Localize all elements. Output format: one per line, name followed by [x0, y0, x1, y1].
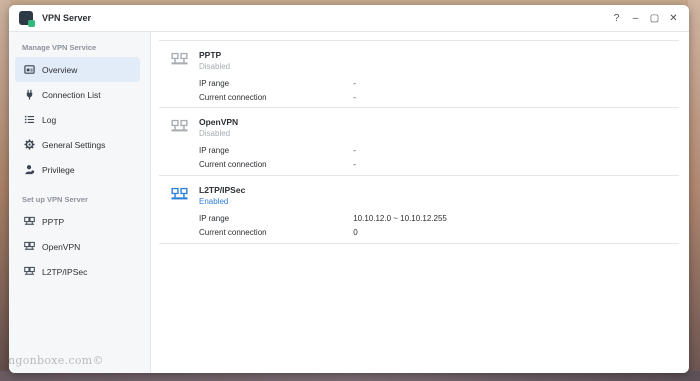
- ip-range-label: IP range: [199, 79, 230, 88]
- sidebar-item-label: OpenVPN: [42, 241, 81, 252]
- sidebar-item-label: PPTP: [42, 216, 65, 227]
- monitor-icon: [24, 241, 35, 252]
- current-connection-row: Current connection -: [199, 160, 639, 169]
- maximize-button[interactable]: ▢: [645, 13, 664, 24]
- sidebar-item-privilege[interactable]: Privilege: [15, 157, 140, 182]
- service-name: L2TP/IPSec: [199, 185, 246, 195]
- title-bar[interactable]: VPN Server ? – ▢ ✕: [9, 5, 689, 32]
- current-connection-value: 0: [353, 228, 358, 237]
- ip-range-row: IP range -: [199, 79, 639, 88]
- ip-range-label: IP range: [199, 214, 230, 223]
- sidebar: Manage VPN Service Overview Connection L…: [9, 32, 151, 373]
- plug-icon: [24, 89, 35, 100]
- sidebar-item-label: Privilege: [42, 164, 75, 175]
- current-connection-value: -: [353, 160, 356, 169]
- manage-vpn-service-heading: Manage VPN Service: [22, 43, 97, 52]
- status-badge: Enabled: [199, 197, 229, 206]
- ip-range-value: 10.10.12.0 ~ 10.10.12.255: [353, 214, 447, 223]
- sidebar-item-openvpn[interactable]: OpenVPN: [15, 234, 140, 259]
- ip-range-value: -: [353, 79, 356, 88]
- current-connection-row: Current connection 0: [199, 228, 639, 237]
- ip-range-label: IP range: [199, 146, 230, 155]
- service-name: OpenVPN: [199, 117, 239, 127]
- l2tp-server-icon: [171, 186, 188, 203]
- overview-icon: [24, 64, 35, 75]
- set-up-vpn-server-heading: Set up VPN Server: [22, 195, 88, 204]
- current-connection-label: Current connection: [199, 228, 267, 237]
- vpn-server-window: VPN Server ? – ▢ ✕ Manage VPN Service Ov…: [9, 5, 689, 373]
- ip-range-row: IP range 10.10.12.0 ~ 10.10.12.255: [199, 214, 639, 223]
- window-title: VPN Server: [42, 13, 92, 23]
- minimize-button[interactable]: –: [626, 13, 645, 24]
- sidebar-item-log[interactable]: Log: [15, 107, 140, 132]
- sidebar-item-label: Overview: [42, 64, 78, 75]
- sidebar-item-label: General Settings: [42, 139, 106, 150]
- window-controls: ? – ▢ ✕: [607, 13, 689, 24]
- current-connection-label: Current connection: [199, 93, 267, 102]
- sidebar-item-label: Connection List: [42, 89, 101, 100]
- list-icon: [24, 114, 35, 125]
- vpn-service-openvpn: OpenVPN Disabled IP range - Current conn…: [159, 108, 679, 176]
- sidebar-item-connection-list[interactable]: Connection List: [15, 82, 140, 107]
- current-connection-row: Current connection -: [199, 93, 639, 102]
- service-name: PPTP: [199, 50, 222, 60]
- sidebar-item-general-settings[interactable]: General Settings: [15, 132, 140, 157]
- sidebar-item-overview[interactable]: Overview: [15, 57, 140, 82]
- vpn-service-l2tp-ipsec: L2TP/IPSec Enabled IP range 10.10.12.0 ~…: [159, 176, 679, 244]
- watermark: ngonboxe.com©: [8, 354, 104, 367]
- sidebar-item-label: Log: [42, 114, 57, 125]
- gear-icon: [24, 139, 35, 150]
- close-button[interactable]: ✕: [664, 13, 683, 24]
- user-icon: [24, 164, 35, 175]
- openvpn-server-icon: [171, 118, 188, 135]
- vpn-overview-panel: PPTP Disabled IP range - Current connect…: [159, 40, 679, 244]
- current-connection-value: -: [353, 93, 356, 102]
- ip-range-value: -: [353, 146, 356, 155]
- pptp-server-icon: [171, 51, 188, 68]
- status-badge: Disabled: [199, 129, 231, 138]
- current-connection-label: Current connection: [199, 160, 267, 169]
- vpn-server-app-icon: [19, 11, 35, 27]
- sidebar-item-label: L2TP/IPSec: [42, 266, 88, 277]
- sidebar-item-l2tp-ipsec[interactable]: L2TP/IPSec: [15, 259, 140, 284]
- desktop-background-right: [688, 0, 700, 381]
- help-button[interactable]: ?: [607, 13, 626, 24]
- sidebar-item-pptp[interactable]: PPTP: [15, 209, 140, 234]
- vpn-service-pptp: PPTP Disabled IP range - Current connect…: [159, 40, 679, 108]
- status-badge: Disabled: [199, 62, 231, 71]
- ip-range-row: IP range -: [199, 146, 639, 155]
- monitor-icon: [24, 216, 35, 227]
- monitor-icon: [24, 266, 35, 277]
